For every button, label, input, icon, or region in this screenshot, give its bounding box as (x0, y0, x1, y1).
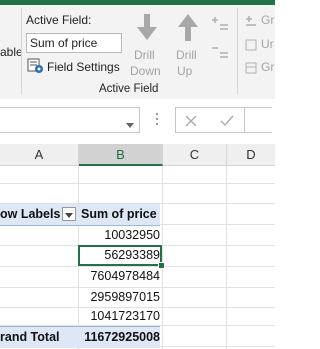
ribbon-separator-right (237, 8, 238, 94)
more-options-icon (155, 112, 159, 126)
gridline (162, 166, 163, 349)
pivot-value-cell[interactable]: 1041723170 (80, 309, 160, 323)
drill-down-label-1: Drill (134, 48, 155, 62)
ribbon-separator (21, 8, 22, 94)
collapse-field-icon[interactable] (212, 45, 228, 59)
active-field-input[interactable] (26, 33, 122, 53)
field-settings-button[interactable]: Field Settings (47, 60, 120, 74)
drill-down-icon (135, 12, 159, 42)
column-header-c[interactable]: C (163, 144, 227, 166)
dropdown-arrow-icon (65, 213, 73, 218)
grand-total-value[interactable]: 11672925008 (80, 330, 160, 344)
filter-dropdown-button[interactable] (62, 207, 76, 221)
ungroup-button[interactable]: Ur (261, 37, 274, 51)
ribbon-partial-label: able (0, 45, 23, 59)
group-selection-icon (245, 15, 257, 27)
drill-up-label-1: Drill (176, 48, 197, 62)
gridline (0, 307, 275, 308)
row-labels-header: ow Labels (0, 207, 61, 221)
pivot-value-cell[interactable]: 2959897015 (80, 290, 160, 304)
gridline (0, 287, 275, 288)
ungroup-icon (245, 38, 257, 51)
drill-up-button[interactable]: Up (177, 64, 192, 78)
drill-down-button[interactable]: Down (130, 64, 161, 78)
pivot-value-cell[interactable]: 10032950 (80, 228, 160, 242)
gridline (226, 166, 227, 349)
ribbon-group-label: Active Field (99, 83, 159, 95)
gridline (0, 266, 275, 267)
group-field-button[interactable]: Gr (261, 60, 274, 74)
column-header-b[interactable]: B (79, 144, 163, 166)
formula-input[interactable] (245, 107, 272, 133)
enter-icon[interactable] (220, 114, 234, 127)
grand-total-label: rand Total (0, 330, 60, 344)
pivot-value-cell-selected[interactable]: 56293389 (80, 248, 160, 262)
group-selection-button[interactable]: Gr (261, 13, 274, 27)
column-header-d[interactable]: D (227, 144, 275, 166)
pivot-value-cell[interactable]: 7604978484 (80, 269, 160, 283)
sum-of-price-header: Sum of price (81, 207, 157, 221)
fill-handle[interactable] (158, 262, 165, 269)
cancel-icon[interactable] (185, 114, 197, 127)
expand-field-icon[interactable] (212, 17, 228, 31)
column-header-a[interactable]: A (0, 144, 79, 166)
group-field-icon (245, 61, 257, 74)
chevron-down-icon[interactable] (126, 116, 134, 128)
active-field-label: Active Field: (26, 13, 92, 27)
drill-up-icon (176, 12, 200, 42)
name-box[interactable] (0, 107, 140, 133)
gridline (0, 183, 275, 184)
field-settings-icon (27, 58, 45, 74)
